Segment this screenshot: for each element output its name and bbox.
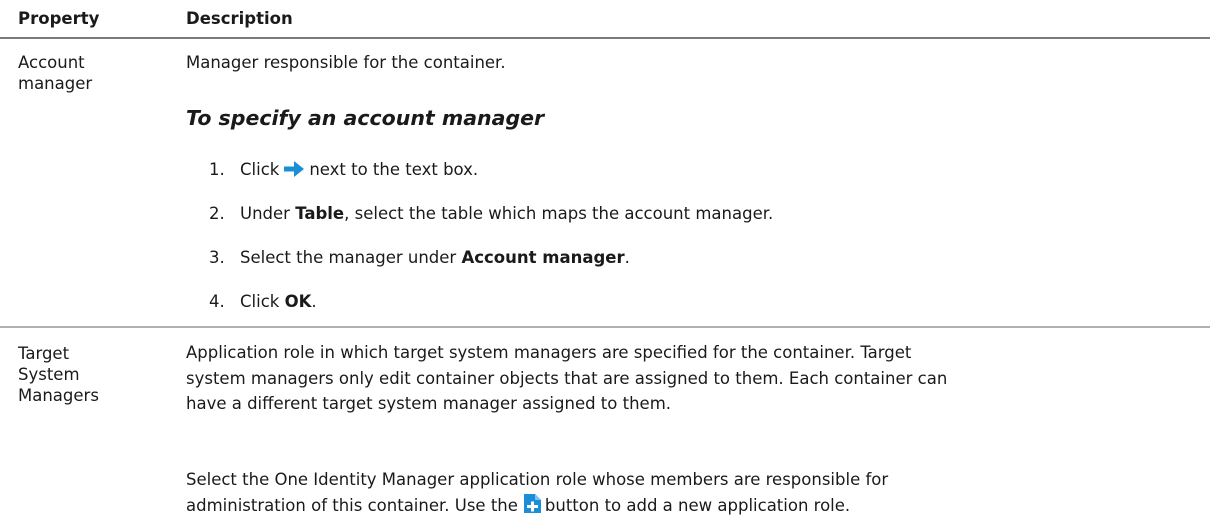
property-target-system-managers: Target System Managers [18,343,99,406]
description-line: Select the One Identity Manager applicat… [186,470,889,489]
right-arrow-icon [283,160,305,184]
description-application-role: Select the One Identity Manager applicat… [186,467,888,521]
description-line: system managers only edit container obje… [186,368,948,388]
row-divider [0,326,1210,328]
description-target-system-managers: Application role in which target system … [186,340,947,417]
procedure-heading: To specify an account manager [186,106,545,130]
description-line: administration of this container. Use th… [186,493,888,522]
procedure-step: 4. Click OK. [209,292,317,311]
header-description: Description [186,9,293,28]
procedure-step: 2. Under Table, select the table which ma… [209,204,774,223]
property-line: Account [18,53,85,72]
procedure-step: 3. Select the manager under Account manag… [209,248,630,267]
property-line: Managers [18,386,99,405]
description-account-manager: Manager responsible for the container. [186,53,506,72]
header-property: Property [18,9,100,28]
property-line: System [18,365,80,384]
property-line: manager [18,74,93,93]
description-line: Application role in which target system … [186,343,912,362]
add-document-icon [521,493,542,522]
property-account-manager: Account manager [18,52,92,94]
property-line: Target [18,344,70,363]
description-line: have a different target system manager a… [186,394,672,413]
table-header: Property Description [0,0,1210,39]
procedure-step: 1. Click next to the text box. [209,159,478,184]
